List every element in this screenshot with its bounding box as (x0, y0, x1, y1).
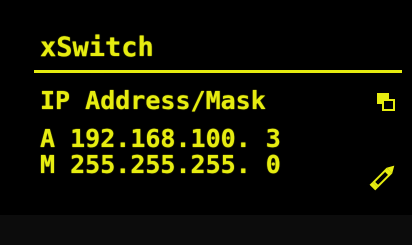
address-row: A 192.168.100. 3 (40, 126, 281, 151)
address-value: 192.168.100. 3 (70, 124, 281, 153)
oled-screen: xSwitch IP Address/Mask A 192.168.100. 3… (0, 0, 412, 245)
mask-value: 255.255.255. 0 (70, 150, 281, 179)
mask-prefix: M (40, 150, 56, 179)
pencil-icon[interactable] (366, 160, 400, 194)
address-prefix: A (40, 124, 56, 153)
mask-row: M 255.255.255. 0 (40, 152, 281, 177)
section-label: IP Address/Mask (40, 86, 266, 115)
title-underline (34, 70, 402, 73)
copy-icon[interactable] (376, 92, 396, 112)
bottom-bezel (0, 215, 412, 245)
app-title: xSwitch (40, 32, 154, 63)
